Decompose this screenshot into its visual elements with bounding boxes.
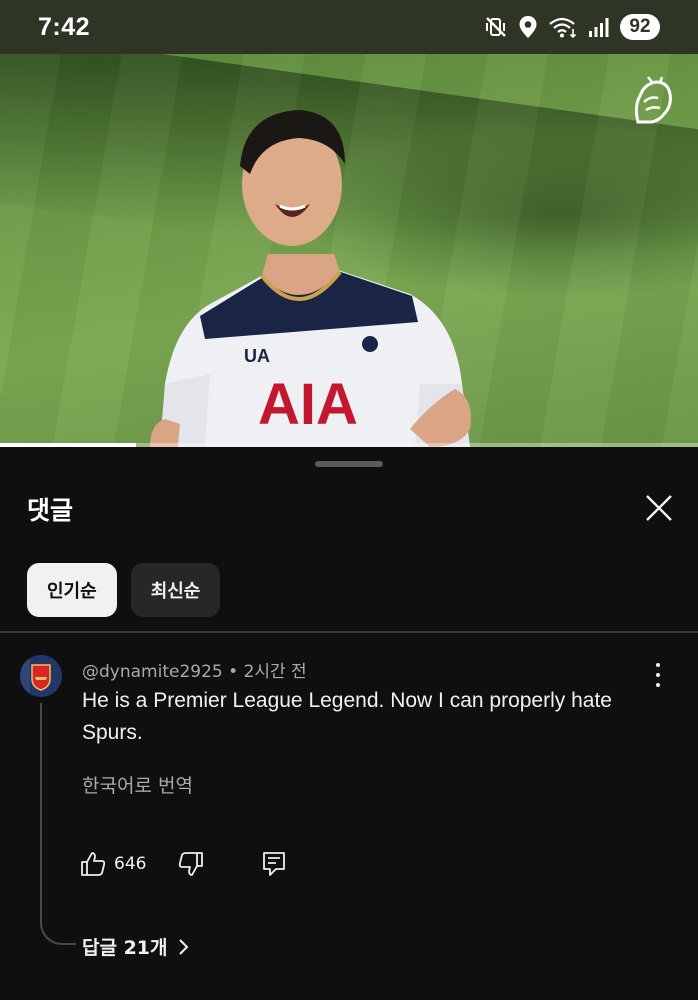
comment-meta: @dynamite2925 • 2시간 전 bbox=[82, 657, 307, 682]
status-icons: 92 bbox=[484, 14, 660, 40]
sheet-title: 댓글 bbox=[27, 496, 74, 525]
translate-link[interactable]: 한국어로 번역 bbox=[82, 771, 193, 798]
reply-button[interactable] bbox=[262, 851, 286, 877]
thumbs-down-icon bbox=[179, 852, 204, 876]
mute-vibrate-icon bbox=[484, 15, 508, 39]
divider bbox=[0, 631, 698, 633]
chevron-right-icon bbox=[178, 938, 188, 955]
more-dot bbox=[656, 673, 660, 677]
sort-chip-popular[interactable]: 인기순 bbox=[27, 563, 117, 617]
comment-text: He is a Premier League Legend. Now I can… bbox=[82, 689, 612, 744]
avatar[interactable] bbox=[20, 655, 62, 697]
more-options-button[interactable] bbox=[648, 663, 668, 687]
sort-chip-newest[interactable]: 최신순 bbox=[130, 563, 221, 617]
battery-badge: 92 bbox=[620, 14, 660, 40]
drag-handle[interactable] bbox=[315, 461, 383, 467]
comment-actions: 646 bbox=[80, 851, 286, 877]
like-button[interactable]: 646 bbox=[80, 851, 146, 877]
svg-text:UA: UA bbox=[244, 346, 270, 366]
view-replies-link[interactable]: 답글 21개 bbox=[82, 933, 190, 960]
arsenal-crest-icon bbox=[20, 655, 62, 697]
video-player[interactable]: AIA UA bbox=[0, 54, 698, 447]
like-count: 646 bbox=[114, 854, 147, 874]
svg-text:AIA: AIA bbox=[258, 372, 358, 437]
premier-league-lion-icon bbox=[630, 76, 672, 130]
thumbs-up-icon bbox=[81, 852, 106, 876]
replies-label: 답글 21개 bbox=[82, 937, 168, 959]
meta-separator: • bbox=[228, 662, 239, 682]
close-icon bbox=[646, 495, 672, 521]
sort-chips: 인기순 최신순 bbox=[27, 563, 221, 617]
comments-sheet: 댓글 인기순 최신순 @dynamite2925 • 2시간 전 He is a… bbox=[0, 447, 698, 1000]
signal-icon bbox=[588, 15, 610, 39]
wifi-icon bbox=[548, 15, 578, 39]
more-dot bbox=[656, 663, 660, 667]
video-frame-player: AIA UA bbox=[150, 110, 471, 447]
comment-time: 2시간 전 bbox=[243, 662, 307, 682]
reply-thread-line bbox=[40, 703, 76, 945]
status-bar: 7:42 92 bbox=[0, 0, 698, 54]
location-icon bbox=[518, 15, 538, 39]
status-time: 7:42 bbox=[38, 12, 91, 41]
more-dot bbox=[656, 683, 660, 687]
close-button[interactable] bbox=[642, 491, 676, 525]
comment-author[interactable]: @dynamite2925 bbox=[82, 662, 223, 682]
reply-comment-icon bbox=[263, 852, 286, 876]
dislike-button[interactable] bbox=[178, 851, 204, 877]
